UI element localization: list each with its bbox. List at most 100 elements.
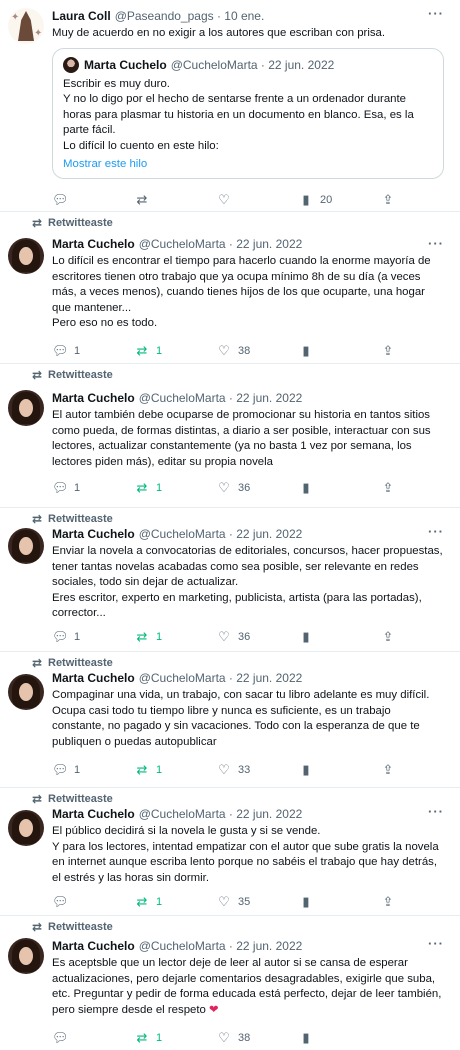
avatar[interactable] <box>8 528 44 564</box>
tweet[interactable]: ⇄ Retwitteaste Marta Cuchelo @CucheloMarta… <box>0 652 460 788</box>
heart-icon: ♡ <box>218 480 230 495</box>
views-button[interactable]: ▮ <box>298 343 380 359</box>
tweet-text: El autor también debe ocuparse de promoc… <box>52 409 431 468</box>
heart-icon: ♡ <box>218 762 230 777</box>
tweet[interactable]: ⇄ Retwitteaste Marta Cuchelo @CucheloMarta… <box>0 212 460 364</box>
share-icon: ⇪ <box>382 894 394 909</box>
tweet[interactable]: ⇄ Retwitteaste Marta Cuchelo @CucheloMarta… <box>0 788 460 916</box>
share-icon: ⇪ <box>382 629 394 644</box>
share-icon: ⇪ <box>382 343 394 358</box>
share-button[interactable]: ⇪ <box>380 480 460 496</box>
tweet-text: Lo difícil es encontrar el tiempo para h… <box>52 255 431 329</box>
author-handle-date[interactable]: @CucheloMarta · 22 jun. 2022 <box>139 671 303 685</box>
retweet-button[interactable]: ⇄ <box>134 192 216 208</box>
reply-icon: 💬︎ <box>52 192 69 207</box>
more-icon[interactable]: ··· <box>428 6 444 21</box>
like-button[interactable]: ♡ 36 <box>216 480 298 496</box>
views-button[interactable]: ▮ <box>298 894 380 910</box>
retweet-button[interactable]: ⇄ 1 <box>134 762 216 778</box>
reply-button[interactable]: 💬︎ <box>52 192 134 208</box>
avatar[interactable] <box>8 238 44 274</box>
reply-icon: 💬︎ <box>52 1030 69 1045</box>
quoted-tweet[interactable]: Marta Cuchelo @CucheloMarta · 22 jun. 20… <box>52 47 444 179</box>
share-icon: ⇪ <box>382 762 394 777</box>
avatar[interactable]: ✦ ✦ <box>8 8 44 44</box>
tweet-actions: 💬︎ ⇄ ♡ ▮ 20 ⇪ <box>52 192 460 208</box>
share-button[interactable]: ⇪ <box>380 629 460 645</box>
retweeted-indicator: ⇄ Retwitteaste <box>32 216 113 230</box>
like-button[interactable]: ♡ 38 <box>216 343 298 359</box>
share-button[interactable]: ⇪ <box>380 343 460 359</box>
avatar[interactable] <box>8 938 44 974</box>
author-handle-date[interactable]: @Paseando_pags · 10 ene. <box>115 9 265 23</box>
views-button[interactable]: ▮ 20 <box>298 192 380 208</box>
author-handle-date[interactable]: @CucheloMarta · 22 jun. 2022 <box>139 391 303 405</box>
more-icon[interactable]: ··· <box>428 936 444 951</box>
avatar[interactable] <box>8 390 44 426</box>
reply-button[interactable]: 💬︎ 1 <box>52 480 134 496</box>
share-button[interactable]: ⇪ <box>380 894 460 910</box>
tweet-actions: 💬︎ 1 ⇄ 1 ♡ 38 ▮ ⇪ <box>52 343 460 359</box>
tweet[interactable]: ⇄ Retwitteaste Marta Cuchelo @CucheloMarta… <box>0 364 460 508</box>
retweet-button[interactable]: ⇄ 1 <box>134 480 216 496</box>
like-button[interactable]: ♡ 36 <box>216 629 298 645</box>
quoted-tweet-text: Escribir es muy duro. Y no lo digo por e… <box>63 77 414 152</box>
reply-button[interactable]: 💬︎ 1 <box>52 762 134 778</box>
reply-icon: 💬︎ <box>52 343 69 358</box>
reply-button[interactable]: 💬︎ 1 <box>52 629 134 645</box>
more-icon[interactable]: ··· <box>428 524 444 539</box>
reply-icon: 💬︎ <box>52 629 69 644</box>
retweet-button[interactable]: ⇄ 1 <box>134 629 216 645</box>
retweet-button[interactable]: ⇄ 1 <box>134 894 216 910</box>
retweet-icon: ⇄ <box>32 368 43 382</box>
tweet[interactable]: ⇄ Retwitteaste Marta Cuchelo @CucheloMarta… <box>0 508 460 652</box>
author-name[interactable]: Marta Cuchelo <box>52 527 135 541</box>
like-button[interactable]: ♡ 35 <box>216 894 298 910</box>
author-name[interactable]: Laura Coll <box>52 9 111 23</box>
avatar[interactable] <box>8 810 44 846</box>
share-button[interactable]: ⇪ <box>380 762 460 778</box>
author-handle-date[interactable]: @CucheloMarta · 22 jun. 2022 <box>139 807 303 821</box>
views-button[interactable]: ▮ <box>298 629 380 645</box>
like-button[interactable]: ♡ 33 <box>216 762 298 778</box>
author-name[interactable]: Marta Cuchelo <box>52 237 135 251</box>
retweet-icon: ⇄ <box>32 920 43 934</box>
tweet[interactable]: ✦ ✦ Laura Coll @Paseando_pags · 10 ene. … <box>0 0 460 212</box>
reply-button[interactable]: 💬︎ <box>52 1030 134 1046</box>
avatar <box>63 56 79 73</box>
share-icon: ⇪ <box>382 480 394 495</box>
retweet-icon: ⇄ <box>32 216 43 230</box>
views-icon: ▮ <box>302 343 310 358</box>
views-button[interactable]: ▮ <box>298 1030 380 1046</box>
like-button[interactable]: ♡ <box>216 192 298 208</box>
more-icon[interactable]: ··· <box>428 804 444 819</box>
tweet[interactable]: ⇄ Retwitteaste Marta Cuchelo @CucheloMarta… <box>0 916 460 1050</box>
reply-icon: 💬︎ <box>52 894 69 909</box>
retweet-button[interactable]: ⇄ 1 <box>134 343 216 359</box>
retweeted-indicator: ⇄ Retwitteaste <box>32 656 113 670</box>
reply-button[interactable]: 💬︎ 1 <box>52 343 134 359</box>
like-button[interactable]: ♡ 38 <box>216 1030 298 1046</box>
views-icon: ▮ <box>302 1030 310 1045</box>
views-button[interactable]: ▮ <box>298 762 380 778</box>
more-icon[interactable]: ··· <box>428 236 444 251</box>
share-button[interactable]: ⇪ <box>380 192 460 208</box>
views-icon: ▮ <box>302 192 310 207</box>
author-name[interactable]: Marta Cuchelo <box>52 671 135 685</box>
author-handle-date[interactable]: @CucheloMarta · 22 jun. 2022 <box>139 939 303 953</box>
views-button[interactable]: ▮ <box>298 480 380 496</box>
avatar[interactable] <box>8 674 44 710</box>
retweet-icon: ⇄ <box>32 656 43 670</box>
views-icon: ▮ <box>302 762 310 777</box>
retweet-icon: ⇄ <box>136 343 148 358</box>
reply-icon: 💬︎ <box>52 480 69 495</box>
heart-icon: ♡ <box>218 1030 230 1045</box>
author-handle-date[interactable]: @CucheloMarta · 22 jun. 2022 <box>139 527 303 541</box>
retweet-button[interactable]: ⇄ 1 <box>134 1030 216 1046</box>
author-name[interactable]: Marta Cuchelo <box>52 807 135 821</box>
author-name[interactable]: Marta Cuchelo <box>52 391 135 405</box>
reply-button[interactable]: 💬︎ <box>52 894 134 910</box>
author-name[interactable]: Marta Cuchelo <box>52 939 135 953</box>
show-thread-link[interactable]: Mostrar este hilo <box>63 158 433 170</box>
author-handle-date[interactable]: @CucheloMarta · 22 jun. 2022 <box>139 237 303 251</box>
